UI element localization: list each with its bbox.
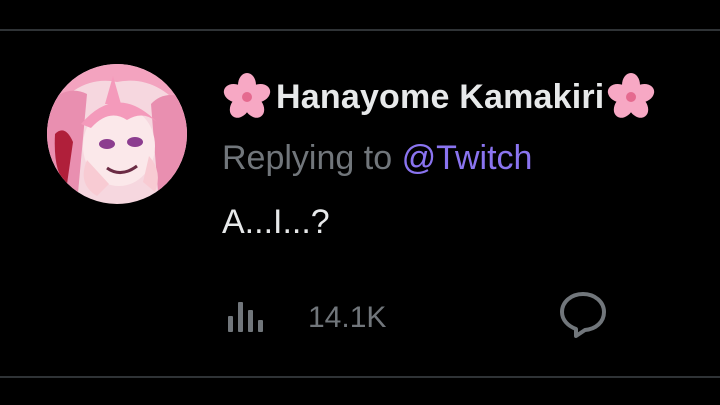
author-display-name: Hanayome Kamakiri: [276, 78, 605, 116]
tweet-screenshot: Hanayome Kamakiri Replying to @Twitch A.…: [0, 0, 720, 405]
speech-bubble-icon: [560, 292, 606, 338]
reply-button[interactable]: [556, 288, 610, 342]
views-button[interactable]: 14.1K: [222, 294, 386, 342]
bottom-divider: [0, 376, 720, 378]
bar-chart-icon: [228, 302, 263, 332]
cherry-blossom-icon: [606, 72, 656, 122]
replying-to-label: Replying to: [222, 139, 393, 177]
replying-to-handle-link[interactable]: @Twitch: [402, 139, 533, 177]
author-name-row[interactable]: Hanayome Kamakiri: [222, 72, 656, 122]
avatar-image: [47, 64, 187, 204]
replying-to-line: Replying to @Twitch: [222, 136, 532, 180]
cherry-blossom-icon: [222, 72, 272, 122]
avatar[interactable]: [47, 64, 187, 204]
tweet-text: A...I...?: [222, 203, 330, 241]
views-count: 14.1K: [308, 301, 387, 334]
top-divider: [0, 29, 720, 31]
